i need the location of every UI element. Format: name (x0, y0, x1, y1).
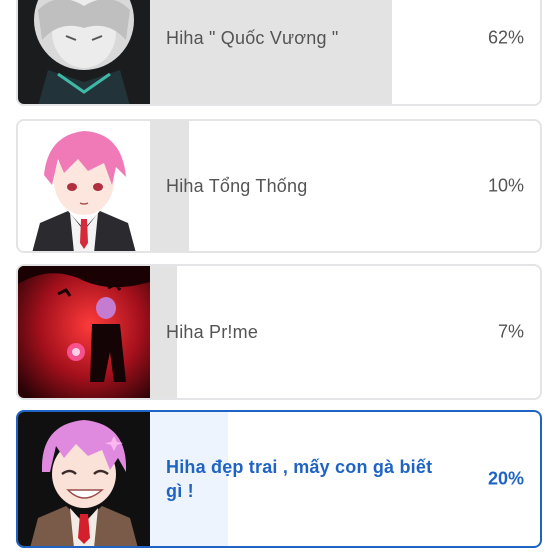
option-percent: 10% (487, 175, 524, 196)
anime-avatar-dark-red-scene-icon (18, 266, 150, 398)
poll-option-dep-trai[interactable]: Hiha đẹp trai , mấy con gà biết gì ! 20% (16, 410, 542, 548)
poll-option-quoc-vuong[interactable]: Hiha " Quốc Vương " 62% (16, 0, 542, 106)
anime-avatar-pink-hair-suit-icon (18, 121, 150, 251)
option-percent: 62% (487, 27, 524, 48)
option-label: Hiha Pr!me (166, 322, 259, 342)
result-bar-fill (150, 0, 392, 104)
poll-option-tong-thong[interactable]: Hiha Tổng Thống 10% (16, 119, 542, 253)
result-bar: Hiha " Quốc Vương " 62% (150, 0, 540, 104)
result-bar: Hiha đẹp trai , mấy con gà biết gì ! 20% (150, 412, 540, 546)
result-bar: Hiha Pr!me 7% (150, 266, 540, 398)
option-percent: 7% (497, 321, 524, 342)
anime-avatar-pink-hair-smiling-icon (18, 412, 150, 546)
option-label: Hiha Tổng Thống (166, 176, 308, 196)
option-percent: 20% (487, 468, 524, 489)
poll: Hiha " Quốc Vương " 62% Hiha Tổng Thống … (0, 0, 560, 560)
result-bar: Hiha Tổng Thống 10% (150, 121, 540, 251)
option-label: Hiha " Quốc Vương " (166, 28, 339, 48)
option-label: Hiha đẹp trai , mấy con gà biết gì ! (166, 457, 433, 501)
anime-avatar-white-hair-icon (18, 0, 150, 104)
poll-option-prime[interactable]: Hiha Pr!me 7% (16, 264, 542, 400)
